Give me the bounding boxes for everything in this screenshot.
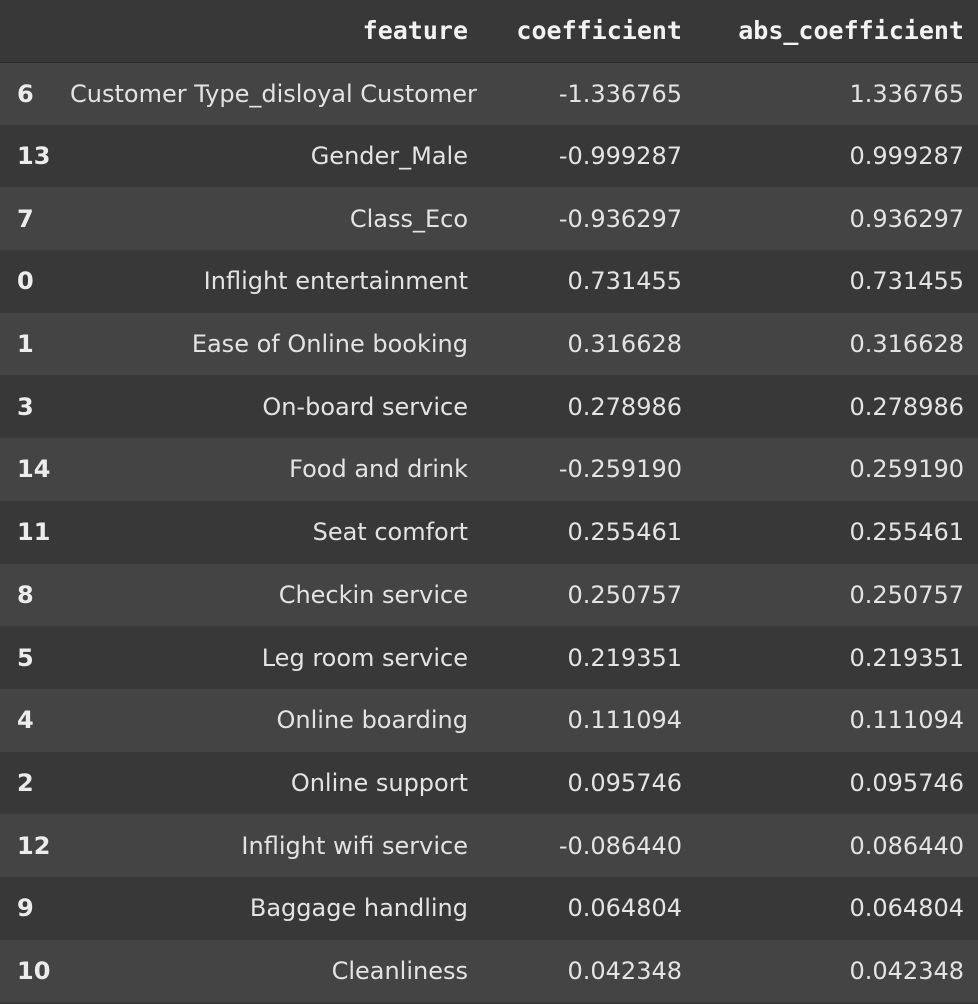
table-row: 3 On-board service 0.278986 0.278986 bbox=[0, 375, 978, 439]
dataframe-table: feature coefficient abs_coefficient 6 Cus… bbox=[0, 0, 978, 1003]
row-index: 2 bbox=[17, 768, 34, 797]
row-index: 3 bbox=[17, 392, 34, 421]
coefficient-cell: 0.250757 bbox=[567, 580, 682, 609]
row-index: 10 bbox=[17, 956, 51, 985]
row-index: 12 bbox=[17, 831, 51, 860]
abs-coefficient-cell: 0.064804 bbox=[849, 894, 964, 923]
abs-coefficient-cell: 0.219351 bbox=[849, 643, 964, 672]
table-header: feature coefficient abs_coefficient bbox=[0, 0, 978, 62]
abs-coefficient-cell: 0.316628 bbox=[849, 330, 964, 359]
abs-coefficient-cell: 0.095746 bbox=[849, 768, 964, 797]
table-row: 5 Leg room service 0.219351 0.219351 bbox=[0, 626, 978, 689]
table-row: 7 Class_Eco -0.936297 0.936297 bbox=[0, 187, 978, 251]
table-row: 13 Gender_Male -0.999287 0.999287 bbox=[0, 124, 978, 188]
table-row: 14 Food and drink -0.259190 0.259190 bbox=[0, 438, 978, 501]
feature-cell: On-board service bbox=[262, 392, 468, 421]
feature-cell: Inflight wifi service bbox=[241, 831, 468, 860]
abs-coefficient-header: abs_coefficient bbox=[738, 16, 964, 46]
coefficient-cell: 0.316628 bbox=[567, 330, 682, 359]
coefficient-cell: 0.095746 bbox=[567, 768, 682, 797]
coefficient-cell: 0.042348 bbox=[567, 956, 682, 985]
table-row: 11 Seat comfort 0.255461 0.255461 bbox=[0, 500, 978, 564]
table-row: 8 Checkin service 0.250757 0.250757 bbox=[0, 563, 978, 627]
header-row: feature coefficient abs_coefficient bbox=[0, 0, 978, 62]
abs-coefficient-cell: 0.250757 bbox=[849, 580, 964, 609]
table-row: 2 Online support 0.095746 0.095746 bbox=[0, 751, 978, 815]
coefficient-header: coefficient bbox=[516, 16, 682, 46]
table-row: 12 Inflight wifi service -0.086440 0.086440 bbox=[0, 814, 978, 877]
abs-coefficient-cell: 0.999287 bbox=[849, 142, 964, 171]
table-row: 9 Baggage handling 0.064804 0.064804 bbox=[0, 876, 978, 940]
feature-header: feature bbox=[362, 16, 468, 46]
coefficient-cell: -0.999287 bbox=[558, 142, 682, 171]
coefficient-cell: 0.731455 bbox=[567, 267, 682, 296]
feature-cell: Customer Type_disloyal Customer bbox=[70, 79, 477, 108]
row-index: 14 bbox=[17, 455, 51, 484]
abs-coefficient-cell: 0.042348 bbox=[849, 956, 964, 985]
table-row: 0 Inflight entertainment 0.731455 0.731455 bbox=[0, 250, 978, 313]
abs-coefficient-cell: 1.336765 bbox=[849, 79, 964, 108]
table-row: 4 Online boarding 0.111094 0.111094 bbox=[0, 688, 978, 752]
abs-coefficient-cell: 0.278986 bbox=[849, 392, 964, 421]
row-index: 1 bbox=[17, 330, 34, 359]
coefficient-cell: -0.936297 bbox=[558, 204, 682, 233]
row-index: 11 bbox=[17, 518, 51, 547]
coefficient-cell: 0.111094 bbox=[567, 706, 682, 735]
coefficient-cell: -0.259190 bbox=[558, 455, 682, 484]
abs-coefficient-cell: 0.255461 bbox=[849, 518, 964, 547]
coefficient-cell: -1.336765 bbox=[558, 79, 682, 108]
abs-coefficient-cell: 0.936297 bbox=[849, 204, 964, 233]
feature-cell: Checkin service bbox=[278, 580, 468, 609]
feature-cell: Online support bbox=[290, 768, 468, 797]
row-index: 9 bbox=[17, 894, 34, 923]
row-index: 13 bbox=[17, 142, 51, 171]
coefficient-cell: 0.219351 bbox=[567, 643, 682, 672]
coefficient-cell: 0.255461 bbox=[567, 518, 682, 547]
feature-cell: Ease of Online booking bbox=[191, 330, 468, 359]
feature-cell: Inflight entertainment bbox=[203, 267, 468, 296]
feature-cell: Online boarding bbox=[276, 706, 468, 735]
coefficient-cell: 0.278986 bbox=[567, 392, 682, 421]
abs-coefficient-cell: 0.731455 bbox=[849, 267, 964, 296]
row-index: 4 bbox=[17, 706, 34, 735]
feature-cell: Gender_Male bbox=[310, 142, 468, 171]
feature-cell: Baggage handling bbox=[249, 894, 468, 923]
row-index: 8 bbox=[17, 580, 34, 609]
row-index: 7 bbox=[17, 204, 34, 233]
abs-coefficient-cell: 0.111094 bbox=[849, 706, 964, 735]
feature-cell: Food and drink bbox=[289, 455, 468, 484]
table-row: 10 Cleanliness 0.042348 0.042348 bbox=[0, 939, 978, 1003]
index-header bbox=[0, 0, 56, 62]
row-index: 5 bbox=[17, 643, 34, 672]
feature-cell: Cleanliness bbox=[331, 956, 468, 985]
abs-coefficient-cell: 0.259190 bbox=[849, 455, 964, 484]
table-row: 1 Ease of Online booking 0.316628 0.316628 bbox=[0, 312, 978, 376]
feature-cell: Class_Eco bbox=[349, 204, 468, 233]
row-index: 6 bbox=[17, 79, 34, 108]
feature-cell: Seat comfort bbox=[312, 518, 468, 547]
feature-cell: Leg room service bbox=[261, 643, 468, 672]
table-row: 6 Customer Type_disloyal Customer -1.33676… bbox=[0, 62, 978, 125]
abs-coefficient-cell: 0.086440 bbox=[849, 831, 964, 860]
row-index: 0 bbox=[17, 267, 34, 296]
coefficient-cell: -0.086440 bbox=[558, 831, 682, 860]
coefficient-cell: 0.064804 bbox=[567, 894, 682, 923]
table-body: 6 Customer Type_disloyal Customer -1.33676… bbox=[0, 62, 978, 1003]
